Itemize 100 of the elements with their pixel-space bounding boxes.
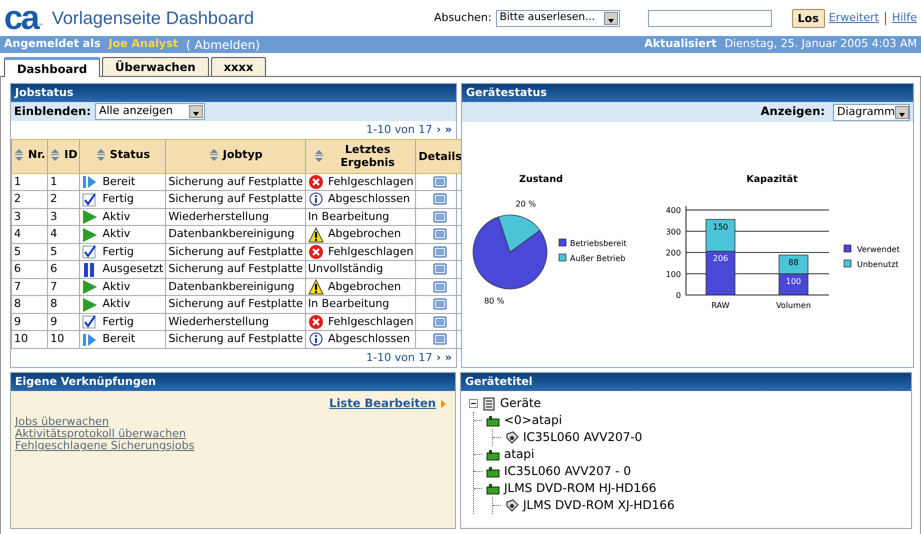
details-icon[interactable]	[433, 298, 448, 310]
table-cell: Sicherung auf Festplatte	[166, 296, 306, 314]
shortcut-link[interactable]: Fehlgeschlagene Sicherungsjobs	[15, 440, 194, 452]
axis-tick-label: 200	[666, 248, 681, 258]
updated-date: Dienstag, 25. Januar 2005 4:03 AM	[724, 36, 917, 52]
tab[interactable]: xxxx	[210, 56, 266, 76]
column-header[interactable]: ID	[64, 148, 78, 162]
sort-icon[interactable]	[208, 148, 219, 162]
collapse-icon[interactable]	[469, 399, 478, 408]
sort-icon[interactable]	[50, 148, 60, 162]
column-header[interactable]: Status	[110, 148, 150, 162]
table-cell: 9	[12, 313, 48, 331]
details-icon[interactable]	[433, 246, 448, 258]
filter-label: Einblenden:	[14, 102, 91, 120]
search-button[interactable]: Los	[792, 8, 825, 28]
disk-icon	[486, 414, 500, 428]
column-header[interactable]: Nr.	[28, 148, 46, 162]
header-link[interactable]: Erweitert	[828, 10, 879, 26]
panel-title: Eigene Verknüpfungen	[11, 373, 455, 391]
table-cell: 8	[48, 296, 80, 314]
table-cell: Datenbankbereinigung	[166, 226, 306, 244]
edit-list-link[interactable]: Liste Bearbeiten	[329, 395, 436, 412]
status-text: Aktiv	[102, 208, 130, 225]
last-page-link[interactable]: »	[444, 350, 452, 366]
column-header[interactable]: Jobtyp	[222, 148, 263, 162]
disk-icon	[486, 482, 500, 496]
tab[interactable]: Dashboard	[4, 57, 100, 77]
checkmark-icon	[82, 244, 98, 260]
slice-label: 80 %	[484, 296, 504, 306]
bar-value-label: 88	[788, 258, 799, 268]
bar-value-label: 100	[786, 276, 802, 286]
table-cell: 6	[48, 260, 80, 278]
header-link[interactable]: Hilfe	[892, 10, 917, 26]
search-category-select[interactable]: Bitte auserlesen...	[496, 10, 620, 26]
details-icon[interactable]	[433, 263, 448, 276]
shortcut-link[interactable]: Aktivitätsprotokoll überwachen	[15, 428, 186, 440]
tab[interactable]: Überwachen	[102, 56, 209, 76]
next-page-link[interactable]: ›	[436, 350, 441, 366]
details-icon[interactable]	[433, 228, 448, 240]
tree-item[interactable]: <0>atapi	[504, 412, 562, 429]
warning-icon	[308, 226, 324, 243]
tree-item[interactable]: JLMS DVD-ROM XJ-HD166	[523, 497, 675, 514]
pager-text: 1-10 von 17	[366, 350, 432, 366]
tree-item[interactable]: JLMS DVD-ROM HJ-HD166	[504, 480, 656, 497]
table-cell: 1	[48, 173, 80, 191]
tree-item[interactable]: atapi	[504, 446, 534, 463]
view-label: Anzeigen:	[760, 103, 825, 120]
details-icon[interactable]	[433, 333, 448, 346]
table-cell: 4	[48, 226, 80, 244]
sort-icon[interactable]	[96, 148, 106, 162]
legend-label: Außer Betrieb	[570, 254, 626, 263]
axis-tick-label: 400	[666, 206, 681, 215]
drive-icon	[505, 430, 519, 444]
table-cell: 10	[12, 330, 48, 348]
updated-label: Aktualisiert	[644, 36, 717, 52]
details-icon[interactable]	[433, 176, 448, 188]
table-cell: Sicherung auf Festplatte	[166, 243, 306, 261]
tree-item[interactable]: Geräte	[500, 395, 542, 412]
details-icon[interactable]	[433, 316, 448, 328]
table-cell: Sicherung auf Festplatte	[166, 190, 306, 208]
table-cell: 2	[48, 190, 80, 208]
sort-icon[interactable]	[314, 149, 324, 164]
info-icon	[308, 192, 324, 208]
chart-title: Zustand	[519, 174, 563, 185]
result-text: Abgeschlossen	[328, 191, 410, 208]
error-icon	[308, 314, 324, 330]
arrow-icon	[440, 398, 447, 409]
status-text: Fertig	[102, 244, 134, 260]
bar-value-label: 206	[712, 254, 728, 264]
filter-select[interactable]: Alle anzeigen	[94, 102, 205, 120]
sort-icon[interactable]	[14, 148, 24, 162]
table-cell: 6	[12, 260, 48, 278]
logo: ca	[4, 3, 38, 33]
table-cell: Sicherung auf Festplatte	[166, 260, 306, 278]
tree-item[interactable]: IC35L060 AVV207 - 0	[504, 463, 631, 480]
user-name: Joe Analyst	[108, 36, 178, 52]
next-page-link[interactable]: ›	[436, 122, 441, 138]
table-cell: Wiederherstellung	[166, 208, 306, 226]
details-icon[interactable]	[433, 210, 448, 223]
table-cell: Datenbankbereinigung	[166, 278, 306, 296]
chart-title: Kapazität	[746, 174, 798, 185]
play-icon	[82, 226, 98, 243]
table-cell: 5	[12, 243, 48, 261]
shortcut-link[interactable]: Jobs überwachen	[15, 416, 109, 428]
details-icon[interactable]	[433, 280, 448, 293]
last-page-link[interactable]: »	[444, 122, 452, 138]
view-select[interactable]: Diagramm	[833, 104, 910, 120]
login-label: Angemeldet als	[4, 36, 101, 52]
search-label: Absuchen:	[434, 10, 492, 26]
status-text: Fertig	[102, 314, 134, 330]
details-icon[interactable]	[433, 193, 448, 206]
table-cell: Wiederherstellung	[166, 313, 306, 331]
search-field[interactable]	[648, 10, 772, 26]
panel-title: Jobstatus	[11, 84, 456, 102]
category-label: RAW	[711, 301, 730, 310]
play-icon	[82, 209, 98, 226]
legend-label: Betriebsbereit	[570, 239, 627, 248]
table-cell: 7	[12, 278, 48, 296]
tree-item[interactable]: IC35L060 AVV207-0	[523, 429, 642, 446]
table-cell: 8	[12, 296, 48, 314]
